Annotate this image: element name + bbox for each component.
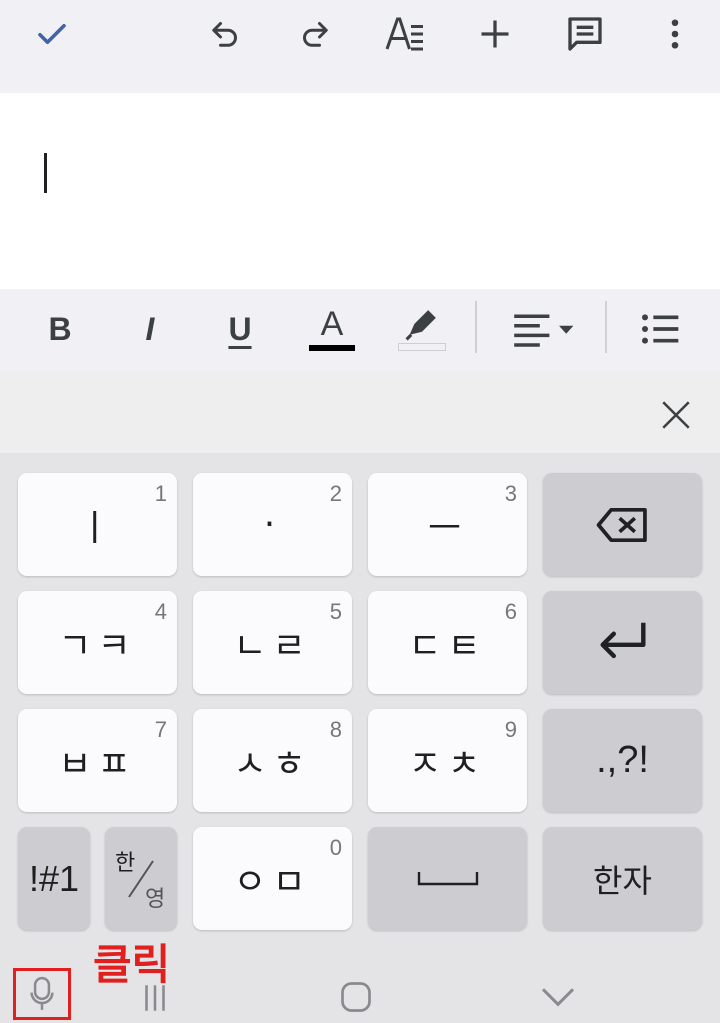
key-label: ㄴㄹ	[233, 625, 312, 667]
highlight-button[interactable]	[396, 299, 448, 359]
key-0[interactable]: 0 ㅇㅁ	[193, 827, 352, 930]
backspace-icon	[596, 507, 647, 542]
key-label: ·	[263, 504, 282, 545]
underline-button[interactable]: U	[216, 299, 264, 359]
key-9[interactable]: 9 ㅈㅊ	[368, 709, 527, 812]
key-3[interactable]: 3 ㅡ	[368, 473, 527, 576]
redo-icon[interactable]	[287, 8, 343, 60]
text-cursor	[44, 153, 47, 193]
bullet-list-button[interactable]	[634, 299, 686, 359]
key-6[interactable]: 6 ㄷㅌ	[368, 591, 527, 694]
undo-icon[interactable]	[197, 8, 253, 60]
divider	[475, 301, 477, 353]
align-left-icon	[514, 314, 574, 347]
key-number: 3	[504, 481, 517, 506]
key-number: 0	[329, 835, 342, 860]
plus-icon[interactable]	[467, 8, 523, 60]
key-label: ㅡ	[427, 507, 468, 549]
key-label: ㄷㅌ	[408, 625, 487, 667]
document-body[interactable]	[0, 93, 720, 289]
key-label: ㅈㅊ	[408, 743, 487, 785]
key-number: 8	[329, 717, 342, 742]
space-key[interactable]	[368, 827, 527, 930]
text-format-icon[interactable]	[377, 8, 433, 60]
divider	[605, 301, 607, 353]
key-label: ㅇㅁ	[233, 861, 312, 903]
key-label: 한자	[593, 861, 652, 900]
check-icon[interactable]	[24, 8, 80, 60]
backspace-key[interactable]	[543, 473, 702, 576]
highlighter-icon	[405, 310, 436, 341]
key-8[interactable]: 8 ㅅㅎ	[193, 709, 352, 812]
key-label: ㅣ	[77, 507, 118, 549]
key-2[interactable]: 2 ·	[193, 473, 352, 576]
microphone-icon	[30, 976, 54, 1010]
key-label: ㅅㅎ	[233, 743, 312, 785]
keyboard: 1 ㅣ 2 · 3 ㅡ 4 ㄱㅋ 5 ㄴㄹ 6 ㄷㅌ 7 ㅂㅍ 8 ㅅㅎ 9 ㅈ…	[0, 453, 720, 1023]
click-annotation-label: 클릭	[93, 940, 171, 989]
more-vert-icon[interactable]	[647, 8, 703, 60]
text-color-label: A	[320, 305, 344, 343]
space-icon	[417, 871, 478, 885]
key-number: 5	[329, 599, 342, 624]
voice-input-button[interactable]	[13, 968, 71, 1020]
key-label: .,?!	[596, 739, 649, 781]
text-color-button[interactable]: A	[306, 299, 358, 359]
key-label: ㅂㅍ	[58, 743, 137, 785]
highlight-swatch	[398, 343, 446, 351]
language-switch-key[interactable]: 한 영	[105, 827, 177, 930]
keyboard-toolbar	[0, 371, 720, 453]
punctuation-key[interactable]: .,?!	[543, 709, 702, 812]
key-7[interactable]: 7 ㅂㅍ	[18, 709, 177, 812]
text-color-swatch	[309, 345, 355, 351]
align-dropdown[interactable]	[508, 299, 578, 359]
key-label-english: 영	[145, 887, 166, 912]
bold-button[interactable]: B	[36, 299, 84, 359]
enter-icon	[599, 622, 646, 658]
key-number: 6	[504, 599, 517, 624]
key-number: 2	[329, 481, 342, 506]
key-number: 1	[154, 481, 167, 506]
home-icon[interactable]	[338, 979, 374, 1015]
key-number: 4	[154, 599, 167, 624]
key-5[interactable]: 5 ㄴㄹ	[193, 591, 352, 694]
key-label: ㄱㅋ	[58, 625, 137, 667]
top-toolbar	[0, 0, 720, 93]
key-1[interactable]: 1 ㅣ	[18, 473, 177, 576]
bullet-list-icon	[642, 314, 679, 344]
close-icon[interactable]	[654, 393, 698, 437]
enter-key[interactable]	[543, 591, 702, 694]
key-number: 9	[504, 717, 517, 742]
key-label: !#1	[28, 857, 80, 899]
key-4[interactable]: 4 ㄱㅋ	[18, 591, 177, 694]
comment-icon[interactable]	[557, 8, 613, 60]
key-number: 7	[154, 717, 167, 742]
italic-button[interactable]: I	[126, 299, 174, 359]
hide-keyboard-icon[interactable]	[538, 981, 578, 1013]
hanja-key[interactable]: 한자	[543, 827, 702, 930]
format-toolbar: B I U A	[0, 289, 720, 371]
symbols-key[interactable]: !#1	[18, 827, 90, 930]
